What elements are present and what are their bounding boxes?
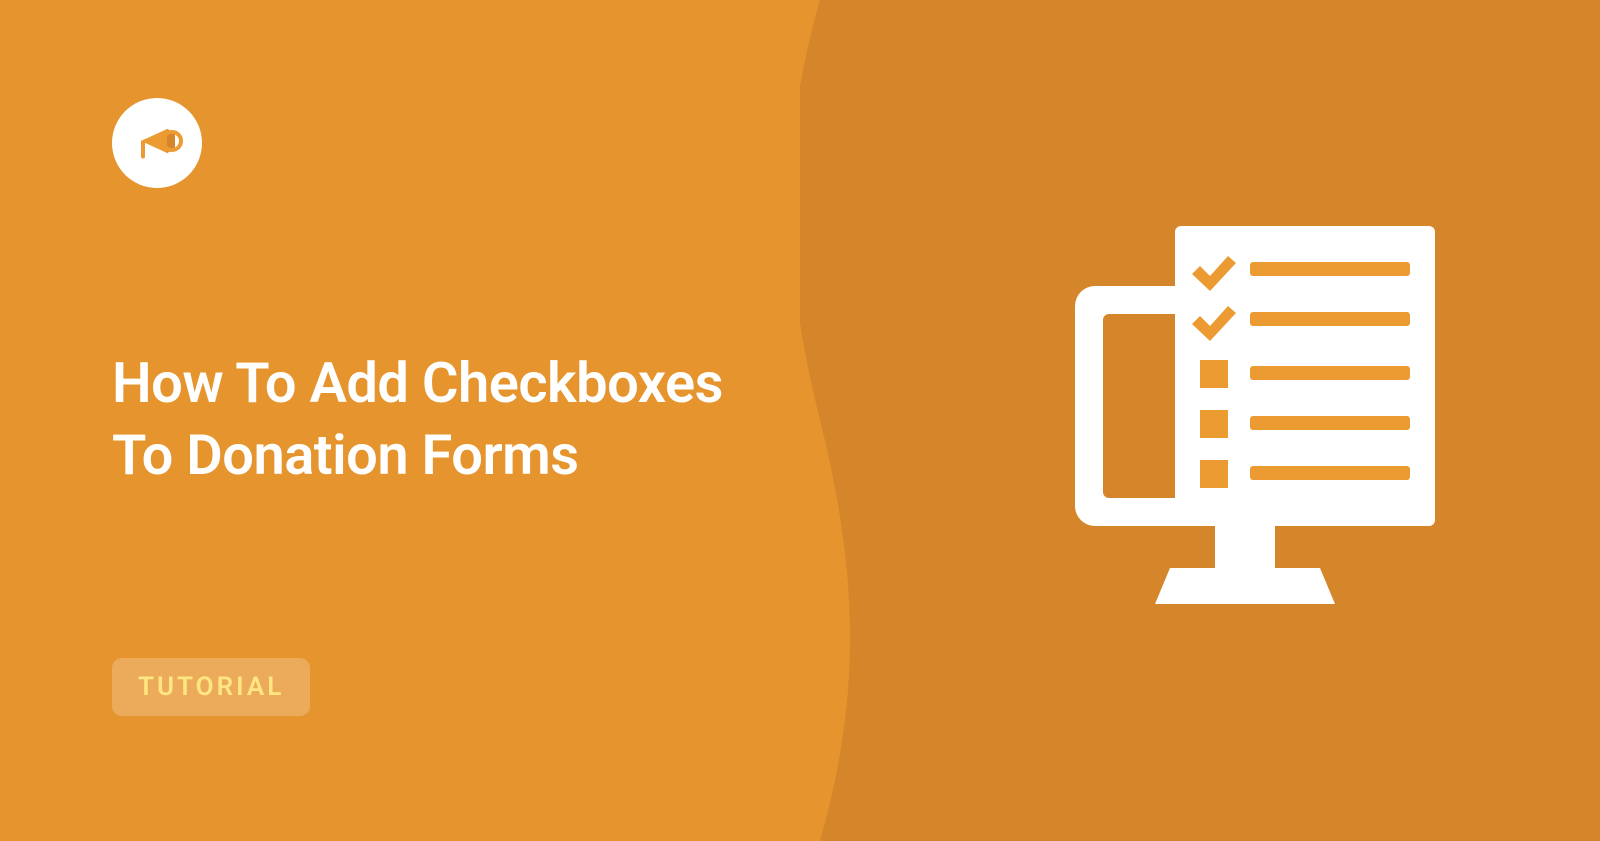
title-line-1: How To Add Checkboxes	[112, 350, 723, 416]
title-line-2: To Donation Forms	[112, 422, 579, 488]
page-title: How To Add Checkboxes To Donation Forms	[112, 348, 723, 491]
checklist-monitor-illustration	[1055, 206, 1475, 626]
brand-logo	[112, 98, 202, 188]
category-badge: TUTORIAL	[112, 658, 310, 716]
